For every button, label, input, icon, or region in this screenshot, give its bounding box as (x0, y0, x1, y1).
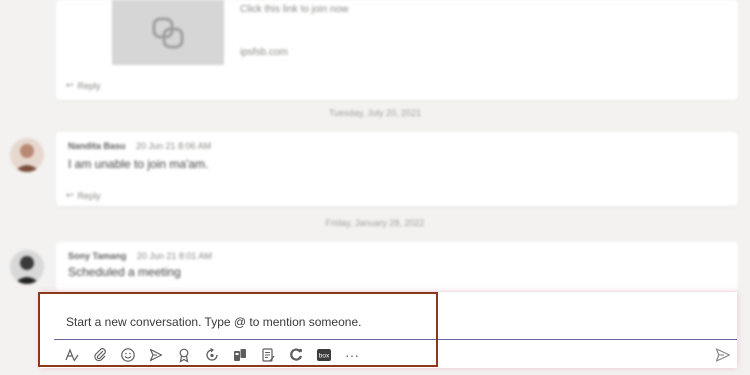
box-icon[interactable]: box (314, 345, 334, 365)
message-time: 20 Jun 21 8:01 AM (136, 251, 212, 261)
reply-label: Reply (77, 190, 101, 201)
compose-input[interactable]: Start a new conversation. Type @ to ment… (54, 304, 737, 340)
message-author[interactable]: Nandita Basu (68, 141, 126, 151)
reply-button-1[interactable]: ↩ Reply (66, 80, 101, 91)
reply-icon: ↩ (66, 190, 74, 200)
approvals-icon[interactable] (286, 345, 306, 365)
box-icon-label: box (319, 353, 330, 360)
format-icon[interactable] (62, 345, 82, 365)
stream-icon[interactable] (230, 345, 250, 365)
message-time: 20 Jun 21 8:06 AM (136, 141, 212, 151)
date-separator: Friday, January 28, 2022 (325, 218, 425, 228)
compose-toolbar: box ··· (62, 344, 362, 366)
link-preview-image (112, 0, 224, 65)
loop-icon[interactable] (202, 345, 222, 365)
reply-icon: ↩ (66, 80, 74, 90)
more-label: ··· (345, 347, 359, 363)
link-preview-icon (152, 17, 184, 48)
send-button[interactable] (713, 345, 733, 365)
link-preview-site: ipsfsb.com (240, 47, 288, 58)
date-separator: Tuesday, July 20, 2021 (328, 108, 422, 118)
emoji-icon[interactable] (118, 345, 138, 365)
reply-button-2[interactable]: ↩ Reply (66, 190, 101, 201)
send-icon (715, 348, 731, 362)
message-header: Nandita Basu 20 Jun 21 8:06 AM (68, 141, 211, 151)
avatar[interactable] (10, 138, 44, 172)
praise-icon[interactable] (174, 345, 194, 365)
avatar[interactable] (10, 250, 44, 284)
reply-label: Reply (77, 80, 101, 91)
more-icon[interactable]: ··· (342, 345, 362, 365)
forms-icon[interactable] (258, 345, 278, 365)
message-author[interactable]: Sony Tamang (68, 251, 126, 261)
message-text: Scheduled a meeting (68, 265, 181, 279)
link-preview-text[interactable]: Click this link to join now (240, 4, 348, 15)
attach-icon[interactable] (90, 345, 110, 365)
message-header: Sony Tamang 20 Jun 21 8:01 AM (68, 251, 212, 261)
message-text: I am unable to join ma'am. (68, 157, 209, 171)
gif-icon[interactable] (146, 345, 166, 365)
